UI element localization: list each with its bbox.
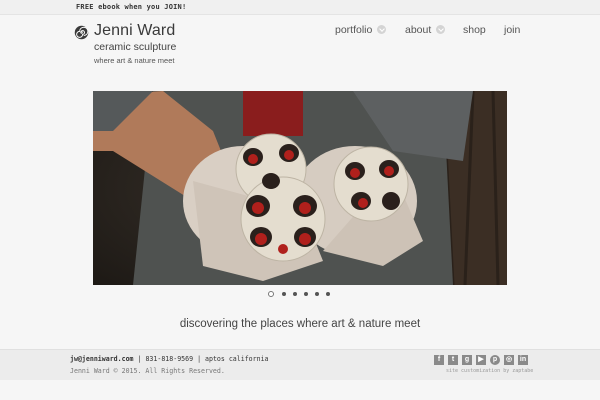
slider-dot[interactable]: [315, 292, 319, 296]
brand-name: Jenni Ward: [94, 22, 176, 39]
twitter-icon[interactable]: t: [448, 355, 458, 365]
site-footer: jw@jenniward.com | 831-818-9569 | aptos …: [0, 349, 600, 380]
nav-about-label: about: [405, 24, 432, 36]
nav-about[interactable]: about: [405, 24, 446, 38]
nav-shop-label: shop: [463, 24, 486, 36]
footer-location: aptos california: [205, 355, 269, 363]
slider-dot[interactable]: [268, 291, 274, 297]
chevron-down-icon: [436, 25, 446, 34]
footer-separator: |: [133, 355, 146, 363]
hero-slide-image[interactable]: [93, 91, 507, 285]
facebook-icon[interactable]: f: [434, 355, 444, 365]
footer-email[interactable]: jw@jenniward.com: [70, 355, 134, 363]
brand-subtitle: ceramic sculpture: [94, 41, 177, 53]
footer-phone: 831-818-9569: [145, 355, 194, 363]
nav-join[interactable]: join: [504, 24, 520, 38]
slider-dot[interactable]: [282, 292, 286, 296]
footer-separator: |: [193, 355, 206, 363]
page-tagline: discovering the places where art & natur…: [179, 318, 421, 330]
slider-dot[interactable]: [326, 292, 330, 296]
promo-text[interactable]: FREE ebook when you JOIN!: [76, 3, 186, 11]
linkedin-icon[interactable]: in: [518, 355, 528, 365]
instagram-icon[interactable]: ◎: [504, 355, 514, 365]
footer-credit[interactable]: site customization by zaptabe: [446, 368, 533, 374]
footer-copyright: Jenni Ward © 2015. All Rights Reserved.: [70, 367, 225, 375]
site-logo[interactable]: Jenni Ward ceramic sculpture where art &…: [74, 22, 214, 68]
slider-dot[interactable]: [293, 292, 297, 296]
spiral-icon: [74, 25, 89, 40]
footer-contact: jw@jenniward.com | 831-818-9569 | aptos …: [70, 355, 269, 363]
nav-portfolio-label: portfolio: [335, 24, 373, 36]
pinterest-icon[interactable]: p: [490, 355, 500, 365]
promo-bar[interactable]: FREE ebook when you JOIN!: [0, 0, 600, 15]
nav-join-label: join: [504, 24, 521, 36]
google-plus-icon[interactable]: g: [462, 355, 472, 365]
youtube-icon[interactable]: ▶: [476, 355, 486, 365]
brand-tagline: where art & nature meet: [94, 56, 175, 65]
slider-dot[interactable]: [304, 292, 308, 296]
chevron-down-icon: [377, 25, 387, 34]
sculpture-photo: [93, 91, 507, 285]
nav-shop[interactable]: shop: [463, 24, 486, 38]
nav-portfolio[interactable]: portfolio: [335, 24, 387, 38]
